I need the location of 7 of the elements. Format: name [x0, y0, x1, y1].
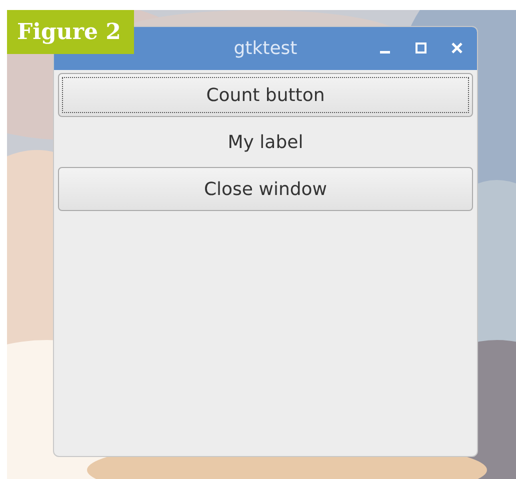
push-button[interactable]: Close window — [58, 167, 473, 211]
window-title: gtktest — [234, 38, 298, 59]
maximize-icon[interactable] — [415, 42, 427, 54]
figure-label: Figure 2 — [7, 10, 134, 54]
close-icon[interactable] — [451, 42, 463, 54]
text-label: My label — [226, 130, 304, 154]
push-button[interactable]: Count button — [58, 73, 473, 117]
